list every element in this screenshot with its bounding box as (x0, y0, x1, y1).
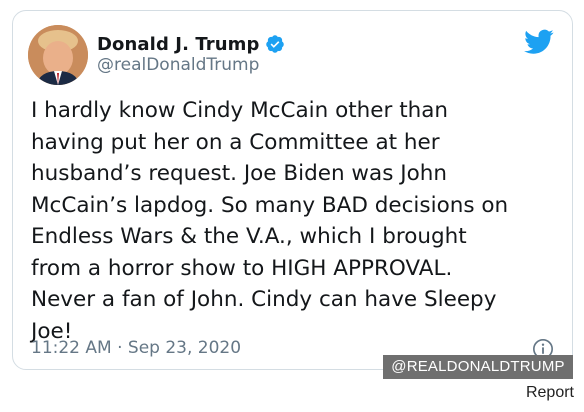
report-link[interactable]: Report (526, 384, 574, 402)
tweet-timestamp[interactable]: 11:22 AM · Sep 23, 2020 (31, 338, 241, 358)
verified-badge-icon (265, 34, 285, 54)
avatar[interactable] (28, 25, 88, 85)
user-handle[interactable]: @realDonaldTrump (97, 55, 259, 75)
tweet-text: I hardly know Cindy McCain other than ha… (31, 98, 509, 344)
display-name[interactable]: Donald J. Trump (97, 34, 260, 55)
watermark-label: @REALDONALDTRUMP (383, 355, 573, 379)
twitter-bird-icon[interactable] (524, 29, 554, 55)
tweet-card: Donald J. Trump @realDonaldTrump I hardl… (12, 10, 573, 370)
author-name-row: Donald J. Trump (97, 32, 285, 56)
